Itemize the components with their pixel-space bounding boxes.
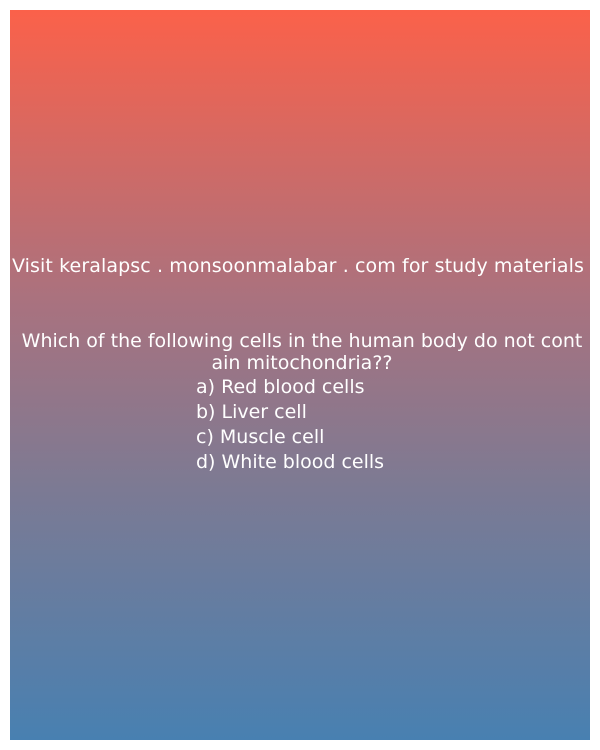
option-d: d) White blood cells (196, 451, 385, 473)
promo-text: Visit keralapsc . monsoonmalabar . com f… (12, 255, 585, 277)
quiz-card: Visit keralapsc . monsoonmalabar . com f… (10, 10, 590, 740)
answer-options: a) Red blood cells b) Liver cell c) Musc… (196, 375, 384, 475)
option-c: c) Muscle cell (196, 426, 325, 448)
option-a: a) Red blood cells (196, 376, 365, 398)
option-b: b) Liver cell (196, 401, 307, 423)
question-text: Which of the following cells in the huma… (21, 330, 583, 374)
